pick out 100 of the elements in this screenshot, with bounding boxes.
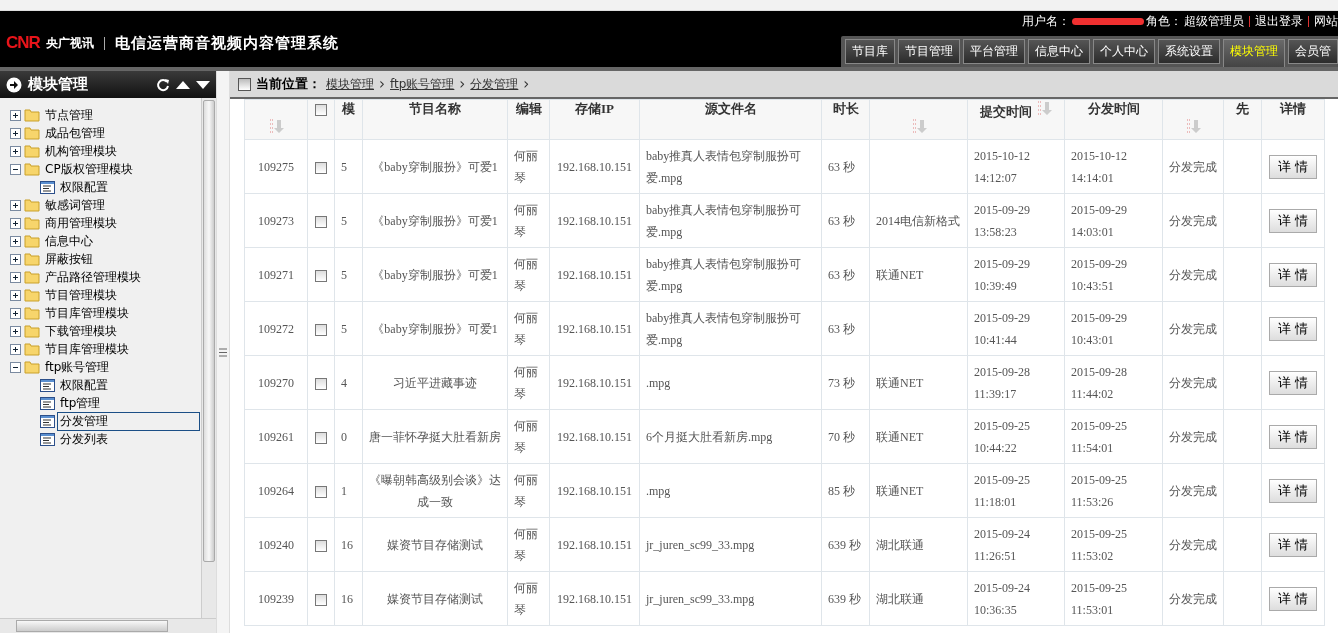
expand-icon[interactable]	[10, 199, 21, 211]
tree-item[interactable]: 节点管理	[43, 106, 95, 124]
row-checkbox[interactable]	[315, 431, 327, 444]
system-title: 电信运营商音视频内容管理系统	[114, 33, 339, 53]
nav-tab[interactable]: 信息中心	[1028, 39, 1090, 64]
details-button[interactable]: 详 情	[1268, 586, 1318, 611]
row-checkbox[interactable]	[315, 161, 327, 174]
table-cell: 分发完成	[1169, 267, 1217, 282]
table-cell: 何丽琴	[514, 310, 538, 347]
table-cell: 16	[341, 537, 353, 552]
nav-tab[interactable]: 个人中心	[1093, 39, 1155, 64]
table-cell: 85 秒	[828, 483, 855, 498]
select-all-checkbox[interactable]	[315, 104, 327, 116]
column-header: 先	[1236, 101, 1249, 116]
expand-icon[interactable]	[10, 289, 21, 301]
tree-item[interactable]: 分发列表	[58, 430, 110, 448]
tree-item[interactable]: 产品路径管理模块	[43, 268, 143, 286]
logout-link[interactable]: 退出登录	[1255, 13, 1303, 30]
expand-icon[interactable]	[10, 127, 21, 139]
breadcrumb-icon	[238, 77, 251, 91]
row-checkbox[interactable]	[315, 593, 327, 606]
tree-item[interactable]: 节目管理模块	[43, 286, 119, 304]
row-checkbox[interactable]	[315, 323, 327, 336]
table-cell: 何丽琴	[514, 202, 538, 239]
expand-icon[interactable]	[10, 343, 21, 355]
table-cell: 2015-09-29 10:39:49	[974, 256, 1030, 293]
details-button[interactable]: 详 情	[1268, 424, 1318, 449]
tree-item[interactable]: 屏蔽按钮	[43, 250, 95, 268]
expand-icon[interactable]	[10, 253, 21, 265]
table-cell: 73 秒	[828, 375, 855, 390]
tree-item[interactable]: 权限配置	[58, 178, 110, 196]
row-checkbox[interactable]	[315, 539, 327, 552]
nav-tab[interactable]: 系统设置	[1158, 39, 1220, 64]
table-cell: 2015-09-24 11:26:51	[974, 526, 1030, 563]
folder-icon	[24, 216, 40, 230]
list-page-icon	[40, 378, 55, 392]
table-cell: 109239	[258, 591, 294, 606]
expand-down-icon[interactable]	[196, 79, 210, 90]
column-header: 时长	[832, 101, 859, 116]
expand-icon[interactable]	[10, 235, 21, 247]
tree-item[interactable]: 成品包管理	[43, 124, 107, 142]
details-button[interactable]: 详 情	[1268, 154, 1318, 179]
row-checkbox[interactable]	[315, 215, 327, 228]
details-button[interactable]: 详 情	[1268, 370, 1318, 395]
row-checkbox[interactable]	[315, 377, 327, 390]
expand-icon[interactable]	[10, 145, 21, 157]
tree-item[interactable]: 下载管理模块	[43, 322, 119, 340]
table-cell: 192.168.10.151	[557, 267, 632, 282]
nav-tab[interactable]: 节目库	[845, 39, 895, 64]
breadcrumb-link[interactable]: ftp账号管理	[390, 75, 455, 93]
role-text: 超级管理员	[1184, 13, 1244, 30]
table-cell: 192.168.10.151	[557, 213, 632, 228]
table-cell: 2015-09-28 11:44:02	[1071, 364, 1127, 401]
tree-item[interactable]: 权限配置	[58, 376, 110, 394]
table-cell: 192.168.10.151	[557, 591, 632, 606]
collapse-icon[interactable]	[10, 361, 21, 373]
tree-item[interactable]: 节目库管理模块	[43, 340, 131, 358]
tree-item[interactable]: 机构管理模块	[43, 142, 119, 160]
table-cell: 何丽琴	[514, 364, 538, 401]
tree-item[interactable]: ftp账号管理	[43, 358, 112, 376]
expand-icon[interactable]	[10, 217, 21, 229]
expand-icon[interactable]	[10, 325, 21, 337]
site-link[interactable]: 网站	[1314, 13, 1338, 30]
tree-item[interactable]: 商用管理模块	[43, 214, 119, 232]
tree-item[interactable]: 敏感词管理	[43, 196, 107, 214]
nav-tab[interactable]: 节目管理	[898, 39, 960, 64]
tree-item[interactable]: 节目库管理模块	[43, 304, 131, 322]
tree-item[interactable]: 信息中心	[43, 232, 95, 250]
details-button[interactable]: 详 情	[1268, 262, 1318, 287]
expand-icon[interactable]	[10, 109, 21, 121]
expand-icon[interactable]	[10, 271, 21, 283]
tree-item[interactable]: ftp管理	[58, 394, 103, 412]
folder-icon	[24, 324, 40, 338]
splitter-handle-icon[interactable]	[219, 347, 227, 357]
column-header: 模	[342, 101, 355, 116]
table-cell: 109240	[258, 537, 294, 552]
nav-tab[interactable]: 平台管理	[963, 39, 1025, 64]
collapse-icon[interactable]	[10, 163, 21, 175]
details-button[interactable]: 详 情	[1268, 316, 1318, 341]
vertical-scrollbar[interactable]	[201, 98, 216, 618]
refresh-icon[interactable]	[156, 77, 170, 92]
nav-tab[interactable]: 会员管	[1288, 39, 1338, 64]
tree-item[interactable]: CP版权管理模块	[43, 160, 135, 178]
details-button[interactable]: 详 情	[1268, 208, 1318, 233]
expand-icon[interactable]	[10, 307, 21, 319]
folder-icon	[24, 198, 40, 212]
row-checkbox[interactable]	[315, 269, 327, 282]
table-cell: baby推真人表情包穿制服扮可爱.mpg	[646, 148, 802, 185]
row-checkbox[interactable]	[315, 485, 327, 498]
breadcrumb-link[interactable]: 分发管理	[470, 75, 519, 93]
table-cell: 分发完成	[1169, 159, 1217, 174]
nav-tab[interactable]: 模块管理	[1223, 39, 1285, 67]
details-button[interactable]: 详 情	[1268, 532, 1318, 557]
breadcrumb-link[interactable]: 模块管理	[326, 75, 374, 93]
tree-item[interactable]: 分发管理	[58, 412, 199, 430]
table-cell: 192.168.10.151	[557, 429, 632, 444]
table-cell: 《曝朝韩高级别会谈》达成一致	[369, 472, 501, 509]
horizontal-scrollbar[interactable]	[0, 618, 216, 633]
collapse-up-icon[interactable]	[176, 79, 190, 90]
details-button[interactable]: 详 情	[1268, 478, 1318, 503]
